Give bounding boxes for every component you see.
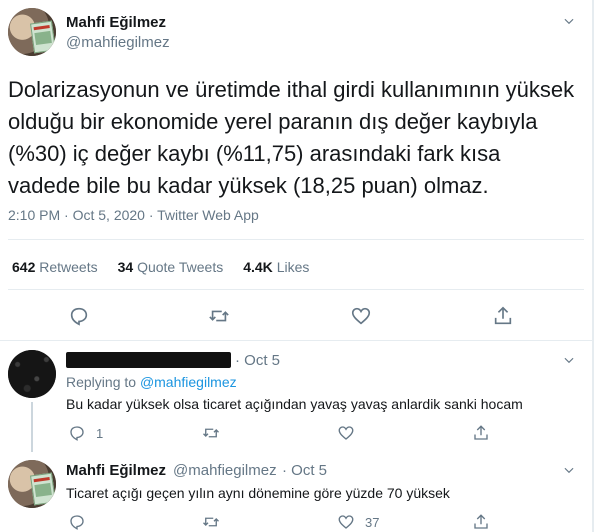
- tweet-text: Dolarizasyonun ve üretimde ithal girdi k…: [8, 77, 575, 198]
- quote-count: 34: [117, 259, 134, 275]
- reply-button[interactable]: [68, 512, 96, 532]
- share-icon: [474, 425, 488, 440]
- retweets-stat[interactable]: 642 Retweets: [12, 259, 98, 275]
- reply-author-avatar[interactable]: [8, 460, 56, 508]
- reply-text: Bu kadar yüksek olsa ticaret açığından y…: [66, 396, 523, 412]
- author-name[interactable]: Mahfi Eğilmez: [66, 14, 166, 31]
- reply-icon[interactable]: [68, 305, 92, 329]
- divider: [0, 340, 592, 341]
- reply-author-name[interactable]: Mahfi Eğilmez: [66, 462, 166, 479]
- likes-stat[interactable]: 4.4K Likes: [243, 259, 309, 275]
- reply-actions: 37: [0, 512, 592, 532]
- share-button[interactable]: [472, 423, 490, 443]
- tweet-meta[interactable]: 2:10 PM · Oct 5, 2020 · Twitter Web App: [8, 207, 259, 223]
- divider: [8, 239, 584, 240]
- redacted-author-name: [66, 352, 231, 368]
- like-icon[interactable]: [350, 305, 374, 329]
- retweets-label: Retweets: [39, 259, 98, 275]
- tweet-actions: [0, 305, 592, 329]
- tweet-stats: 642 Retweets 34 Quote Tweets 4.4K Likes: [12, 259, 309, 275]
- reply-date[interactable]: · Oct 5: [282, 462, 327, 479]
- reply-author-handle[interactable]: @mahfiegilmez: [173, 462, 277, 479]
- reply-actions: 1: [0, 423, 592, 443]
- quote-label: Quote Tweets: [137, 259, 224, 275]
- retweet-button[interactable]: [202, 423, 220, 443]
- retweet-icon: [203, 428, 219, 438]
- retweets-count: 642: [12, 259, 36, 275]
- author-handle[interactable]: @mahfiegilmez: [66, 34, 170, 51]
- reply-author-avatar[interactable]: [8, 350, 56, 398]
- reply-button[interactable]: 1: [68, 423, 103, 443]
- reply-count: 1: [96, 425, 104, 441]
- share-icon: [474, 514, 488, 529]
- book-icon: [30, 472, 56, 506]
- book-icon: [30, 20, 56, 54]
- like-count: 37: [365, 514, 380, 530]
- chevron-down-icon[interactable]: [562, 353, 576, 367]
- reply-icon: [70, 515, 84, 530]
- share-icon[interactable]: [492, 305, 516, 329]
- replying-to: Replying to @mahfiegilmez: [66, 374, 237, 390]
- replying-to-link[interactable]: @mahfiegilmez: [140, 374, 237, 390]
- replying-prefix: Replying to: [66, 374, 137, 390]
- like-button[interactable]: 37: [337, 512, 379, 532]
- retweet-button[interactable]: [202, 512, 220, 532]
- likes-count: 4.4K: [243, 259, 273, 275]
- share-button[interactable]: [472, 512, 490, 532]
- quote-tweets-stat[interactable]: 34 Quote Tweets: [118, 259, 224, 275]
- like-button[interactable]: [337, 423, 365, 443]
- chevron-down-icon[interactable]: [562, 463, 576, 477]
- likes-label: Likes: [276, 259, 310, 275]
- retweet-icon: [203, 517, 219, 527]
- reply-icon: [70, 426, 84, 441]
- chevron-down-icon[interactable]: [562, 14, 576, 28]
- reply-text: Ticaret açığı geçen yılın aynı dönemine …: [66, 485, 450, 501]
- avatar-photo: [8, 350, 56, 398]
- author-avatar[interactable]: [8, 8, 56, 56]
- like-icon: [338, 515, 354, 529]
- like-icon: [338, 426, 354, 440]
- divider: [8, 289, 584, 290]
- retweet-icon[interactable]: [208, 305, 232, 329]
- reply-date[interactable]: · Oct 5: [235, 352, 280, 369]
